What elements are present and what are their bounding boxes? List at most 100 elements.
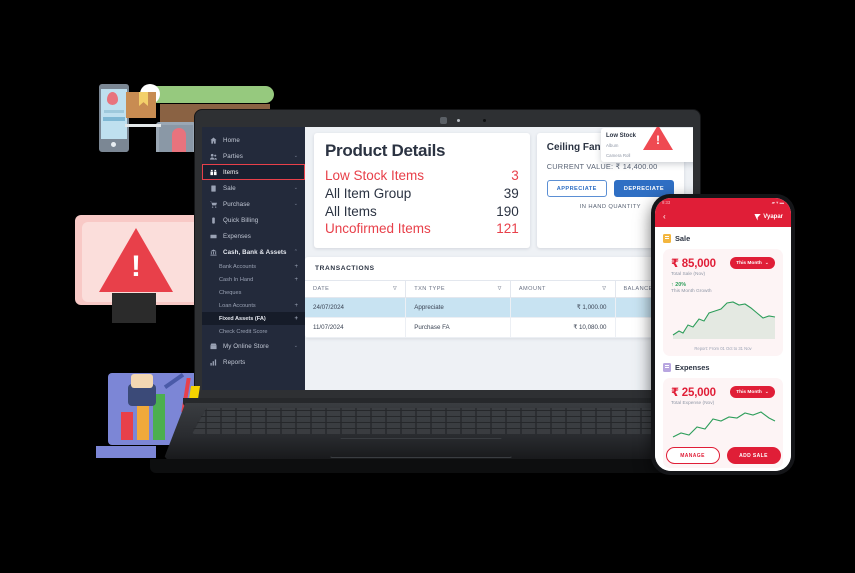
sidebar-item-items[interactable]: Items bbox=[202, 164, 305, 180]
stat-label: Low Stock Items bbox=[325, 168, 425, 183]
stat-label: All Item Group bbox=[325, 185, 412, 201]
phone-status-bar: 9:33 ▰ ▾ ▬ bbox=[655, 198, 791, 207]
sidebar-item-label: Expenses bbox=[223, 232, 251, 240]
sidebar-item-label: Home bbox=[223, 136, 240, 144]
sidebar-subitem-loan-accounts[interactable]: Loan Accounts + bbox=[202, 299, 305, 312]
transactions-title: TRANSACTIONS bbox=[315, 265, 375, 273]
low-stock-popup[interactable]: Low Stock ☆ Album ⋮ Camera Roll bbox=[601, 127, 693, 162]
appreciate-button[interactable]: APPRECIATE bbox=[546, 180, 607, 197]
sidebar-item-quick-billing[interactable]: Quick Billing bbox=[202, 212, 305, 228]
cell-date: 11/07/2024 bbox=[305, 317, 407, 339]
vyapar-desktop-app: Home Parties ⌄ Items Sale ⌄ Purchase ⌄ Q… bbox=[202, 127, 693, 390]
sidebar-item-purchase[interactable]: Purchase ⌄ bbox=[202, 196, 305, 212]
chevron-down-icon: ⌄ bbox=[293, 343, 298, 349]
current-value-label: CURRENT VALUE: ₹ 14,400.00 bbox=[546, 162, 658, 171]
sidebar-subitem-label: Cash In Hand bbox=[219, 276, 254, 283]
manage-button[interactable]: MANAGE bbox=[665, 447, 720, 464]
expenses-period-dropdown[interactable]: This Month ⌄ bbox=[730, 385, 775, 399]
status-icons: ▰ ▾ ▬ bbox=[771, 199, 784, 205]
filter-icon[interactable]: ∇ bbox=[393, 286, 397, 292]
filter-icon[interactable]: ∇ bbox=[498, 286, 502, 292]
sale-period-dropdown[interactable]: This Month ⌄ bbox=[730, 256, 775, 270]
chevron-down-icon: ⌄ bbox=[764, 260, 769, 266]
expenses-section-header: Expenses bbox=[663, 363, 783, 372]
cell-amount: ₹ 10,080.00 bbox=[510, 317, 616, 339]
sidebar-subitem-cash-in-hand[interactable]: Cash In Hand + bbox=[202, 273, 305, 286]
transactions-panel: TRANSACTIONS DATE ∇ TXN TYPE ∇ AMOUNT ∇ … bbox=[305, 257, 693, 339]
billing-icon bbox=[209, 216, 217, 224]
table-row[interactable]: 24/07/2024 Appreciate ₹ 1,000.00 bbox=[305, 297, 693, 319]
expenses-icon bbox=[663, 363, 671, 372]
sidebar-item-reports[interactable]: Reports bbox=[202, 354, 305, 370]
sidebar-item-label: Quick Billing bbox=[223, 216, 259, 224]
sidebar-item-label: Sale bbox=[223, 184, 236, 192]
cell-txn-type: Purchase FA bbox=[405, 317, 511, 339]
sidebar-item-my-online-store[interactable]: My Online Store ⌄ bbox=[202, 338, 305, 354]
table-row[interactable]: 11/07/2024 Purchase FA ₹ 10,080.00 bbox=[305, 317, 693, 339]
warning-icon bbox=[99, 228, 173, 292]
column-label: BALANCE bbox=[623, 286, 653, 293]
stat-all-item-group[interactable]: All Item Group 39 bbox=[325, 185, 519, 203]
sale-icon bbox=[209, 184, 217, 192]
chevron-down-icon: ⌄ bbox=[293, 185, 298, 191]
home-icon bbox=[209, 136, 217, 144]
sidebar-subitem-fixed-assets[interactable]: Fixed Assets (FA) + bbox=[202, 312, 305, 325]
sidebar-subitem-cheques[interactable]: Cheques bbox=[202, 286, 305, 299]
expenses-period-label: This Month bbox=[736, 389, 762, 395]
low-stock-popup-row[interactable]: Camera Roll ⋮ bbox=[606, 152, 693, 158]
sidebar-item-parties[interactable]: Parties ⌄ bbox=[202, 148, 305, 164]
chevron-down-icon: ⌄ bbox=[764, 389, 769, 395]
low-stock-item-label: Camera Roll bbox=[606, 152, 631, 158]
sidebar-subitem-check-credit-score[interactable]: Check Credit Score bbox=[202, 325, 305, 338]
accent-sliver bbox=[96, 446, 156, 458]
sale-subtitle: Total Sale (Nov) bbox=[671, 272, 706, 277]
items-icon bbox=[209, 168, 217, 176]
sidebar-item-home[interactable]: Home bbox=[202, 132, 305, 148]
phone-device: 9:33 ▰ ▾ ▬ ‹ Vyapar Sale ₹ 85,000 This M… bbox=[651, 194, 795, 475]
sidebar-subitem-bank-accounts[interactable]: Bank Accounts + bbox=[202, 260, 305, 273]
plus-icon[interactable]: + bbox=[294, 264, 298, 270]
stat-uncofirmed-items[interactable]: Uncofirmed Items 121 bbox=[325, 220, 519, 238]
bank-icon bbox=[209, 248, 217, 256]
sidebar-item-expenses[interactable]: Expenses bbox=[202, 228, 305, 244]
illustration-person bbox=[172, 128, 186, 152]
plus-icon[interactable]: + bbox=[294, 277, 298, 283]
sale-section-header: Sale bbox=[663, 234, 783, 243]
sensor-icon bbox=[457, 119, 460, 122]
chevron-down-icon: ⌄ bbox=[293, 153, 298, 159]
add-sale-button[interactable]: ADD SALE bbox=[726, 447, 781, 464]
expenses-sparkline-chart bbox=[671, 409, 776, 444]
sidebar-item-label: Reports bbox=[223, 358, 246, 366]
back-icon[interactable]: ‹ bbox=[663, 213, 666, 221]
reports-icon bbox=[209, 358, 217, 366]
column-header-amount[interactable]: AMOUNT ∇ bbox=[510, 280, 616, 299]
people-icon bbox=[209, 152, 217, 160]
column-header-txn-type[interactable]: TXN TYPE ∇ bbox=[405, 280, 511, 299]
summary-cards: Product Details Low Stock Items 3 All It… bbox=[305, 127, 693, 249]
plus-icon[interactable]: + bbox=[294, 316, 298, 322]
illustration-phone bbox=[99, 84, 129, 152]
sale-growth-label: This Month Growth bbox=[671, 289, 712, 294]
laptop-foot bbox=[150, 459, 738, 473]
phone-screen: 9:33 ▰ ▾ ▬ ‹ Vyapar Sale ₹ 85,000 This M… bbox=[655, 198, 791, 471]
stat-low-stock-items[interactable]: Low Stock Items 3 bbox=[325, 167, 519, 185]
warning-icon bbox=[643, 127, 673, 150]
sensor-icon bbox=[483, 119, 486, 122]
stat-label: Uncofirmed Items bbox=[325, 221, 431, 237]
phone-action-buttons: MANAGE ADD SALE bbox=[655, 447, 791, 464]
laptop-bezel-top bbox=[195, 110, 700, 127]
stat-all-items[interactable]: All Items 190 bbox=[325, 203, 519, 221]
stat-value: 39 bbox=[503, 185, 519, 201]
filter-icon[interactable]: ∇ bbox=[602, 286, 606, 292]
sidebar-item-cash-bank-assets[interactable]: Cash, Bank & Assets ⌃ bbox=[202, 244, 305, 260]
plus-icon[interactable]: + bbox=[294, 303, 298, 309]
sidebar-subitem-label: Loan Accounts bbox=[219, 302, 256, 309]
laptop-keyboard-rows bbox=[190, 410, 695, 434]
illustration-box bbox=[126, 92, 156, 118]
phone-header: ‹ Vyapar bbox=[655, 207, 791, 227]
scene: Home Parties ⌄ Items bbox=[0, 0, 855, 573]
sidebar-item-sale[interactable]: Sale ⌄ bbox=[202, 180, 305, 196]
low-stock-popup-title: Low Stock bbox=[606, 132, 637, 139]
sidebar-item-label: Purchase bbox=[223, 200, 250, 208]
column-header-date[interactable]: DATE ∇ bbox=[305, 280, 407, 299]
